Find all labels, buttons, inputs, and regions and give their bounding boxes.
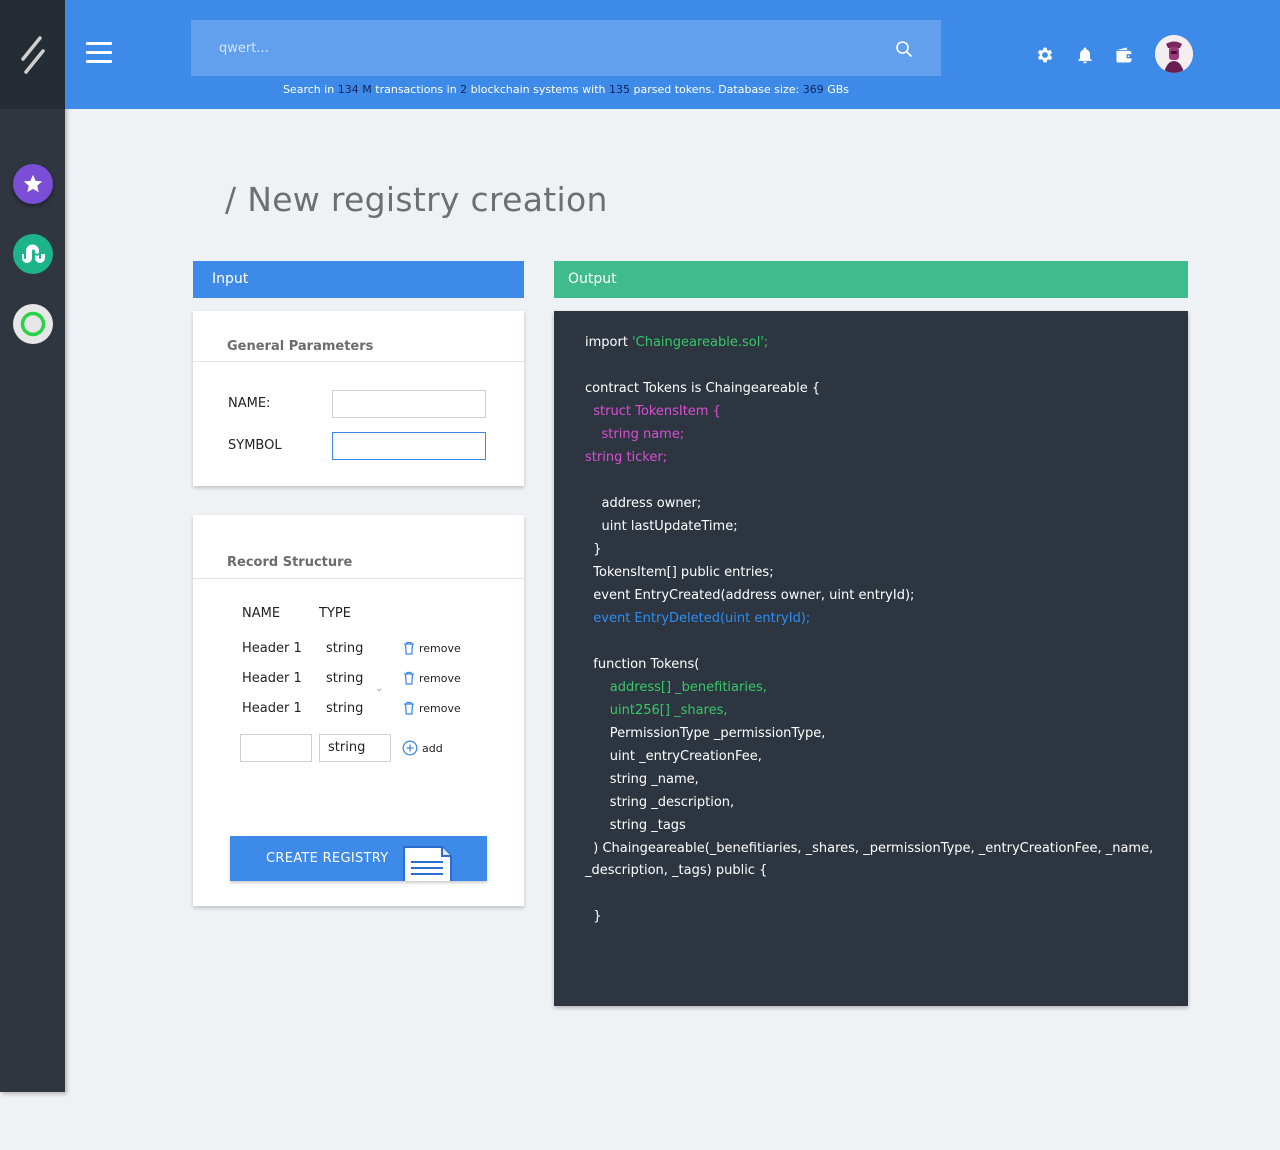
sidebar-item-status[interactable] [13,304,53,344]
transactions-count: 134 M [337,83,372,96]
stumbleupon-icon [22,244,45,263]
avatar[interactable] [1155,35,1193,73]
code-line: PermissionType _permissionType, [585,726,826,741]
output-panel-header: Output [554,261,1188,298]
plus-circle-icon [402,740,418,756]
code-line: } [585,909,602,924]
add-field-button[interactable]: add [402,740,443,756]
search-input[interactable] [191,20,891,76]
remove-button[interactable]: remove [403,701,461,715]
symbol-field[interactable] [332,432,486,460]
db-size: 369 [802,83,824,96]
code-line: string ticker; [585,450,668,465]
code-line: ) Chaingeareable(_benefitiaries, _shares… [585,841,1154,856]
record-type[interactable]: string [326,671,363,686]
sidebar [0,0,65,1092]
code-line: event EntryDeleted(uint entryId); [585,611,811,626]
search-icon[interactable] [895,40,913,58]
record-row: Header 1 string ⌄ remove [193,671,524,694]
bell-icon[interactable] [1075,45,1095,65]
record-type[interactable]: string [326,701,363,716]
record-structure-card: Record Structure NAME TYPE Header 1 stri… [193,515,524,906]
gear-icon[interactable] [1035,45,1055,65]
code-line: _description, _tags) public { [585,863,768,878]
code-line: address owner; [585,496,702,511]
code-line: address[] _benefitiaries, [585,680,767,695]
code-line: string name; [585,427,685,442]
sidebar-item-stumbleupon[interactable] [13,234,53,274]
record-name: Header 1 [242,641,302,656]
page-title: / New registry creation [225,180,608,219]
ring-icon [20,311,46,337]
name-label: NAME: [228,396,271,411]
code-line: string _name, [585,772,699,787]
avatar-image [1155,35,1193,73]
code-line: uint lastUpdateTime; [585,519,738,534]
new-field-name-input[interactable] [240,734,312,762]
name-field[interactable] [332,390,486,418]
record-name: Header 1 [242,701,302,716]
systems-count: 2 [460,83,468,96]
general-parameters-title: General Parameters [227,339,374,354]
logo-icon [20,35,45,74]
document-icon [403,846,452,881]
wallet-icon[interactable] [1114,45,1134,65]
input-panel-header: Input [193,261,524,298]
menu-button[interactable] [86,42,112,64]
remove-button[interactable]: remove [403,641,461,655]
code-line: function Tokens( [585,657,700,672]
column-header-name: NAME [242,606,281,621]
star-icon [23,174,43,193]
tokens-count: 135 [608,83,630,96]
code-line: string _description, [585,795,735,810]
code-line: } [585,542,602,557]
logo[interactable] [0,0,65,109]
search-stats: Search in 134 M transactions in 2 blockc… [282,83,850,96]
chevron-down-icon[interactable]: ⌄ [375,683,383,694]
record-row: Header 1 string remove [193,701,524,723]
record-type[interactable]: string [326,641,363,656]
trash-icon [404,641,414,655]
create-registry-button[interactable]: CREATE REGISTRY [230,836,487,881]
column-header-type: TYPE [319,606,351,621]
sidebar-item-favorites[interactable] [13,164,53,204]
code-line: TokensItem[] public entries; [585,565,774,580]
record-structure-title: Record Structure [227,555,353,570]
search-bar [191,20,941,76]
divider [193,578,524,579]
top-bar: Search in 134 M transactions in 2 blockc… [65,0,1280,109]
trash-icon [404,701,414,715]
code-line: event EntryCreated(address owner, uint e… [585,588,915,603]
trash-icon [404,671,414,685]
record-row: Header 1 string remove [193,641,524,663]
record-name: Header 1 [242,671,302,686]
code-line: uint _entryCreationFee, [585,749,762,764]
code-line: string _tags [585,818,686,833]
code-output: import 'Chaingeareable.sol'; contract To… [554,311,1188,1006]
symbol-label: SYMBOL [228,438,282,453]
code-line: contract Tokens is Chaingeareable { [585,381,821,396]
code-line: import 'Chaingeareable.sol'; [585,335,769,350]
divider [193,361,524,362]
menu-icon [86,42,112,45]
general-parameters-card: General Parameters NAME: SYMBOL [193,311,524,486]
remove-button[interactable]: remove [403,671,461,685]
code-line: struct TokensItem { [585,404,721,419]
code-line: uint256[] _shares, [585,703,728,718]
new-field-type-select[interactable]: string [319,734,391,762]
